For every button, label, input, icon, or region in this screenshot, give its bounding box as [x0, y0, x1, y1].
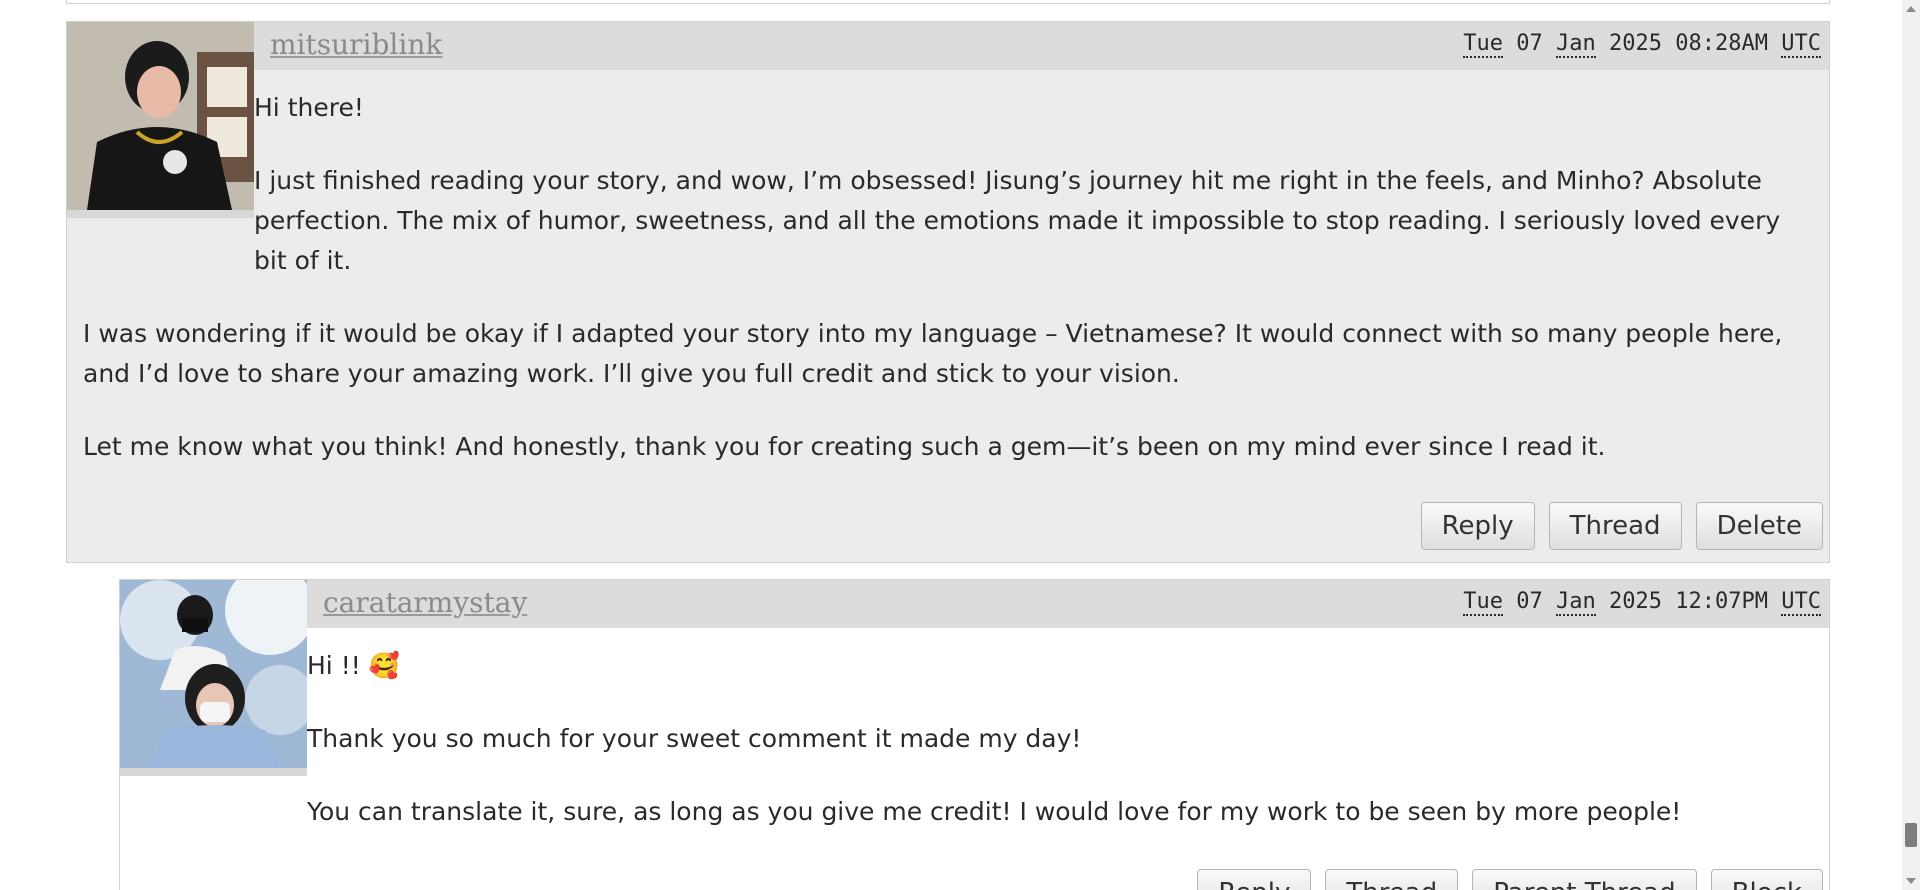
scroll-thumb[interactable]: [1905, 823, 1917, 847]
block-button[interactable]: Block: [1710, 869, 1823, 890]
username-link[interactable]: caratarmystay: [323, 586, 527, 619]
delete-button[interactable]: Delete: [1695, 502, 1823, 550]
comment-timestamp: Tue 07 Jan 2025 08:28AM UTC: [1463, 31, 1821, 58]
reply-button[interactable]: Reply: [1420, 502, 1535, 550]
comments-page: mitsuriblink Tue 07 Jan 2025 08:28AM UTC…: [0, 0, 1902, 890]
comment-body: Hi there! I just finished reading your s…: [83, 88, 1813, 500]
comment-body: Hi !! 🥰 Thank you so much for your sweet…: [136, 646, 1813, 865]
day-number: 07: [1516, 589, 1543, 614]
comment-timestamp: Tue 07 Jan 2025 12:07PM UTC: [1463, 589, 1821, 616]
comment-actions: Reply Thread Parent Thread Block: [1197, 869, 1823, 890]
month-abbr: Jan: [1556, 31, 1596, 58]
comment-paragraph: I was wondering if it would be okay if I…: [83, 319, 1783, 388]
comment-reply: caratarmystay Tue 07 Jan 2025 12:07PM UT…: [119, 579, 1830, 890]
day-abbr: Tue: [1463, 589, 1504, 616]
comment-byline: mitsuriblink Tue 07 Jan 2025 08:28AM UTC: [254, 22, 1829, 70]
thread-button[interactable]: Thread: [1548, 502, 1682, 550]
day-number: 07: [1516, 31, 1543, 56]
comment-paragraph: Thank you so much for your sweet comment…: [307, 724, 1082, 753]
comment-paragraph: Let me know what you think! And honestly…: [83, 432, 1606, 461]
day-abbr: Tue: [1463, 31, 1504, 58]
comment-byline: caratarmystay Tue 07 Jan 2025 12:07PM UT…: [307, 580, 1829, 628]
timezone-abbr: UTC: [1781, 31, 1821, 58]
username-link[interactable]: mitsuriblink: [270, 28, 442, 61]
reply-button[interactable]: Reply: [1197, 869, 1312, 890]
comment-paragraph: Hi !! 🥰: [307, 651, 400, 680]
previous-comment-edge: [66, 0, 1830, 4]
scroll-down-arrow-icon[interactable]: [1906, 878, 1916, 884]
time: 12:07PM: [1675, 589, 1768, 614]
comment-parent: mitsuriblink Tue 07 Jan 2025 08:28AM UTC…: [66, 21, 1830, 563]
month-abbr: Jan: [1556, 589, 1596, 616]
comment-actions: Reply Thread Delete: [1420, 502, 1823, 550]
thread-button[interactable]: Thread: [1325, 869, 1459, 890]
year: 2025: [1609, 31, 1663, 56]
time: 08:28AM: [1675, 31, 1768, 56]
comment-paragraph: I just finished reading your story, and …: [254, 166, 1781, 275]
parent-thread-button[interactable]: Parent Thread: [1472, 869, 1697, 890]
comment-paragraph: Hi there!: [254, 93, 364, 122]
year: 2025: [1609, 589, 1663, 614]
comment-paragraph: You can translate it, sure, as long as y…: [307, 797, 1682, 826]
timezone-abbr: UTC: [1781, 589, 1821, 616]
vertical-scrollbar[interactable]: [1902, 0, 1920, 890]
scroll-up-arrow-icon[interactable]: [1906, 6, 1916, 12]
